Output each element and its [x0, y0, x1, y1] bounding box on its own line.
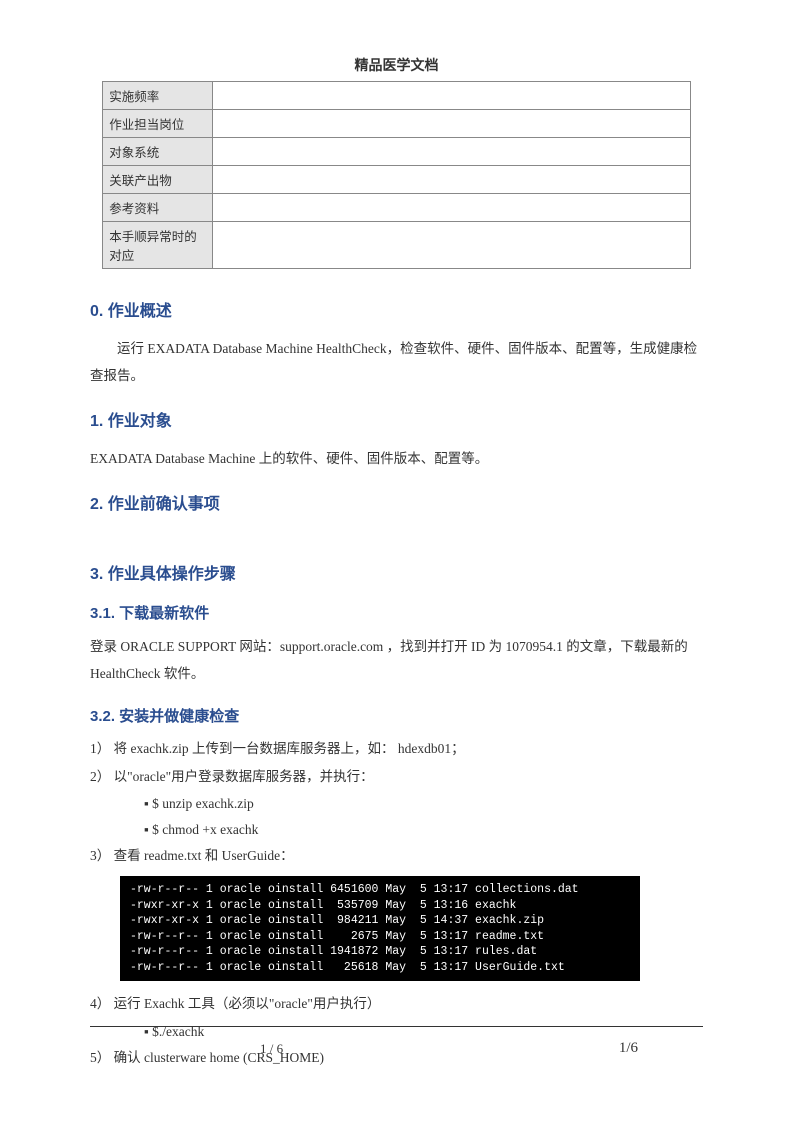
row-label: 本手顺异常时的对应 [103, 222, 213, 269]
row-value [213, 82, 690, 110]
step-3: 3） 查看 readme.txt 和 UserGuide： [90, 843, 703, 869]
row-label: 对象系统 [103, 138, 213, 166]
footer-divider [90, 1026, 703, 1027]
row-label: 作业担当岗位 [103, 110, 213, 138]
table-row: 对象系统 [103, 138, 690, 166]
step-4: 4） 运行 Exachk 工具（必须以"oracle"用户执行） [90, 991, 703, 1017]
section-3-title: 3. 作业具体操作步骤 [90, 560, 703, 584]
page-header-title: 精品医学文档 [90, 55, 703, 75]
table-row: 作业担当岗位 [103, 110, 690, 138]
section-3-2-title: 3.2. 安装并做健康检查 [90, 705, 703, 726]
step-5: 5） 确认 clusterware home (CRS_HOME) [90, 1045, 703, 1071]
page-number-left: 1 / 6 [260, 1041, 283, 1057]
section-1-text: EXADATA Database Machine 上的软件、硬件、固件版本、配置… [90, 445, 703, 472]
command-2: $ chmod +x exachk [144, 817, 703, 843]
table-row: 参考资料 [103, 194, 690, 222]
step-2: 2） 以"oracle"用户登录数据库服务器，并执行： [90, 764, 703, 790]
row-value [213, 138, 690, 166]
table-row: 实施频率 [103, 82, 690, 110]
terminal-output: -rw-r--r-- 1 oracle oinstall 6451600 May… [120, 876, 640, 981]
info-table: 实施频率 作业担当岗位 对象系统 关联产出物 参考资料 本手顺异常时的对应 [102, 81, 690, 269]
section-0-text: 运行 EXADATA Database Machine HealthCheck，… [90, 335, 703, 389]
row-value [213, 166, 690, 194]
row-label: 关联产出物 [103, 166, 213, 194]
table-row: 关联产出物 [103, 166, 690, 194]
page-number-right: 1/6 [619, 1040, 638, 1057]
row-value [213, 222, 690, 269]
command-1: $ unzip exachk.zip [144, 791, 703, 817]
section-3-1-title: 3.1. 下载最新软件 [90, 602, 703, 623]
row-value [213, 194, 690, 222]
section-3-1-text: 登录 ORACLE SUPPORT 网站：support.oracle.com … [90, 633, 703, 687]
row-label: 参考资料 [103, 194, 213, 222]
section-2-title: 2. 作业前确认事项 [90, 490, 703, 514]
section-0-title: 0. 作业概述 [90, 297, 703, 321]
row-label: 实施频率 [103, 82, 213, 110]
table-row: 本手顺异常时的对应 [103, 222, 690, 269]
step-1: 1） 将 exachk.zip 上传到一台数据库服务器上，如： hdexdb01… [90, 736, 703, 762]
section-1-title: 1. 作业对象 [90, 407, 703, 431]
row-value [213, 110, 690, 138]
